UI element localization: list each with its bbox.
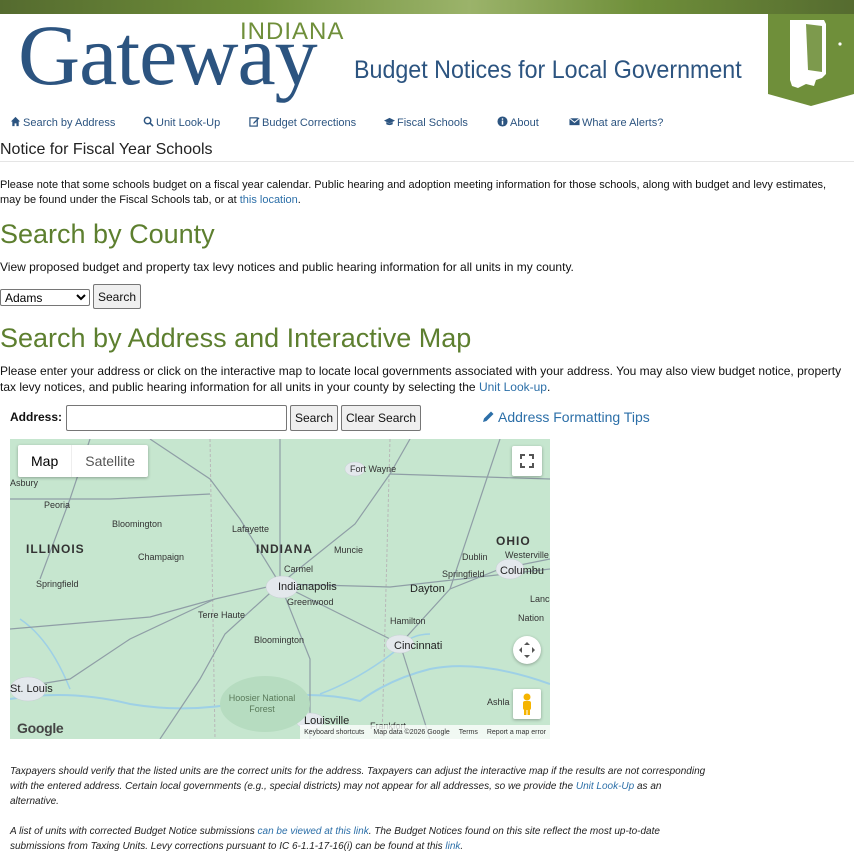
- map-city-label: Indianapolis: [278, 581, 337, 593]
- nav-budget-corrections[interactable]: Budget Corrections: [249, 116, 356, 129]
- map-state-label: ILLINOIS: [26, 542, 85, 556]
- clear-search-button[interactable]: Clear Search: [341, 405, 422, 431]
- map-city-label: Carmel: [284, 564, 314, 574]
- pencil-icon: [483, 411, 494, 422]
- search-by-address-heading: Search by Address and Interactive Map: [0, 323, 472, 353]
- map-city-label: Springfield: [36, 579, 79, 589]
- corrected-notices-link[interactable]: can be viewed at this link: [258, 826, 369, 837]
- map-state-label: OHIO: [496, 534, 531, 548]
- camera-control-button[interactable]: [513, 636, 541, 664]
- fullscreen-icon: [520, 454, 534, 468]
- county-select[interactable]: Adams: [0, 289, 90, 306]
- map-city-label: Ashla: [487, 697, 510, 707]
- gateway-logo[interactable]: Gateway INDIANA: [18, 12, 358, 110]
- map-type-control: Map Satellite: [18, 445, 149, 477]
- map-city-label: Cincinnati: [394, 640, 443, 652]
- corrections-note: A list of units with corrected Budget No…: [10, 826, 660, 852]
- map-city-label: St. Louis: [10, 683, 53, 695]
- fiscal-notice-text: Please note that some schools budget on …: [0, 179, 827, 206]
- search-by-county-heading: Search by County: [0, 219, 215, 249]
- map-type-satellite-button[interactable]: Satellite: [71, 445, 148, 477]
- fullscreen-button[interactable]: [512, 446, 542, 476]
- move-arrows-icon: [519, 642, 535, 658]
- info-icon: [497, 116, 508, 127]
- county-description: View proposed budget and property tax le…: [0, 260, 574, 274]
- map-city-label: Asbury: [10, 478, 39, 488]
- nav-what-are-alerts[interactable]: What are Alerts?: [569, 116, 663, 129]
- nav-about[interactable]: About: [497, 116, 539, 129]
- map-city-label: Hamilton: [390, 616, 426, 626]
- this-location-link[interactable]: this location: [240, 194, 298, 206]
- map-city-label: Peoria: [44, 500, 71, 510]
- street-view-pegman-button[interactable]: [513, 689, 541, 719]
- map-city-label: Dayton: [410, 583, 445, 595]
- terms-link[interactable]: Terms: [459, 729, 478, 736]
- map-city-label: Bloomington: [254, 635, 305, 645]
- map-city-label: Nation: [518, 613, 545, 623]
- address-input[interactable]: [66, 405, 287, 431]
- map-city-label: Fort Wayne: [350, 464, 397, 474]
- map-state-label: INDIANA: [256, 542, 313, 556]
- graduation-cap-icon: [384, 117, 395, 126]
- county-search-button[interactable]: Search: [93, 284, 142, 309]
- nav-fiscal-schools[interactable]: Fiscal Schools: [384, 116, 468, 129]
- map-city-label: Lanca: [530, 594, 550, 604]
- logo-state: INDIANA: [240, 18, 345, 45]
- indiana-shield-icon: [768, 14, 854, 106]
- map-park-label: Hoosier National Forest: [228, 693, 296, 714]
- verification-note: Taxpayers should verify that the listed …: [10, 766, 706, 807]
- map-city-label: Greenwood: [287, 597, 334, 607]
- address-formatting-tips-link[interactable]: Address Formatting Tips: [481, 409, 650, 425]
- address-search-button[interactable]: Search: [290, 405, 339, 431]
- map-city-label: Columbu: [500, 565, 545, 577]
- interactive-map[interactable]: Map Satellite ILLINOIS INDIANA OHIO Fort…: [10, 439, 550, 739]
- report-map-error-link[interactable]: Report a map error: [487, 729, 546, 736]
- keyboard-shortcuts-link[interactable]: Keyboard shortcuts: [304, 729, 364, 736]
- levy-corrections-link[interactable]: link: [445, 841, 460, 852]
- map-city-label: Muncie: [334, 545, 364, 555]
- map-footer: Keyboard shortcuts Map data ©2026 Google…: [300, 725, 550, 739]
- divider: [0, 161, 854, 162]
- address-label: Address:: [10, 410, 63, 424]
- fiscal-notice-heading: Notice for Fiscal Year Schools: [0, 141, 213, 158]
- map-type-map-button[interactable]: Map: [18, 445, 71, 477]
- map-city-label: Terre Haute: [198, 610, 246, 620]
- unit-lookup-link[interactable]: Unit Look-up: [479, 380, 547, 394]
- nav-unit-lookup[interactable]: Unit Look-Up: [143, 116, 220, 129]
- envelope-icon: [569, 117, 580, 126]
- nav-search-by-address[interactable]: Search by Address: [10, 116, 115, 129]
- pegman-icon: [523, 693, 531, 715]
- map-city-label: Bloomington: [112, 519, 163, 529]
- map-data-credit: Map data ©2026 Google: [373, 728, 450, 736]
- map-city-label: Springfield: [442, 569, 485, 579]
- map-city-label: Lafayette: [232, 524, 270, 534]
- google-logo: Google: [17, 720, 64, 736]
- main-nav: Search by Address Unit Look-Up Budget Co…: [0, 114, 854, 134]
- unit-lookup-alt-link[interactable]: Unit Look-Up: [576, 781, 634, 792]
- map-city-label: Dublin: [462, 552, 488, 562]
- search-icon: [143, 116, 154, 127]
- edit-icon: [249, 117, 260, 127]
- site-subtitle: Budget Notices for Local Government: [354, 56, 742, 84]
- map-city-label: Champaign: [138, 552, 185, 562]
- address-description: Please enter your address or click on th…: [0, 364, 842, 394]
- home-icon: [10, 116, 21, 127]
- map-city-label: Westerville: [505, 550, 549, 560]
